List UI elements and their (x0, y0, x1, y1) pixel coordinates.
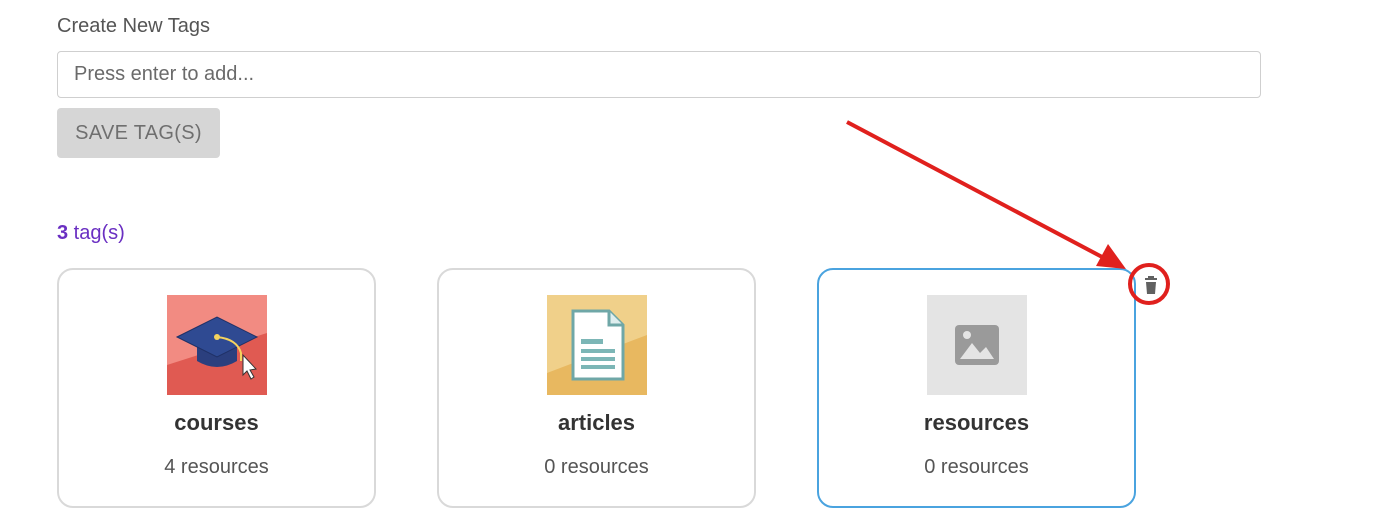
tag-count-number: 3 (57, 222, 69, 244)
create-tags-label: Create New Tags (57, 15, 211, 37)
tag-card-resources[interactable]: resources 0 resources (817, 268, 1136, 508)
tag-count-summary: 3 tag(s) (57, 222, 125, 244)
tag-resource-count: 0 resources (924, 456, 1029, 478)
tag-card-articles[interactable]: articles 0 resources (437, 268, 756, 508)
new-tag-input[interactable] (57, 51, 1261, 98)
document-icon (547, 295, 647, 395)
image-placeholder-icon (927, 295, 1027, 395)
tag-card-courses[interactable]: courses 4 resources (57, 268, 376, 508)
tag-name: articles (557, 410, 636, 435)
graduation-cap-icon (167, 295, 267, 395)
tag-name: resources (923, 410, 1030, 435)
tags-page: Create New Tags SAVE TAG(S) 3 tag(s) cou… (0, 0, 1393, 523)
tag-resource-count: 4 resources (164, 456, 269, 478)
save-tags-button[interactable]: SAVE TAG(S) (57, 108, 220, 158)
annotation-highlight-circle (1128, 263, 1170, 305)
tag-name: courses (174, 410, 259, 435)
tag-resource-count: 0 resources (544, 456, 649, 478)
tag-count-suffix: tag(s) (68, 222, 125, 244)
